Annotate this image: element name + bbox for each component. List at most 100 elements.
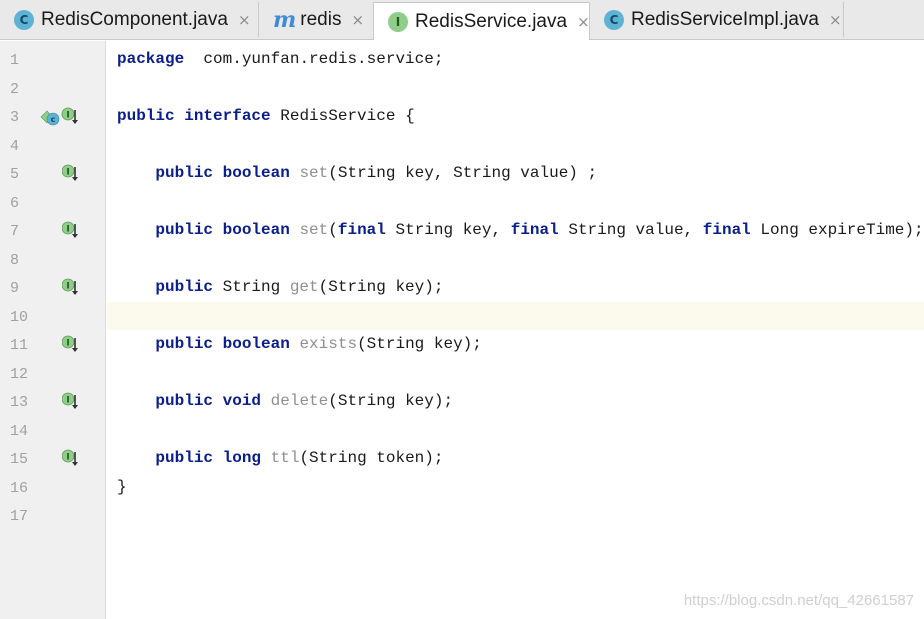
code-line[interactable]: public String get(String key);	[117, 273, 443, 302]
tab-label: RedisService.java	[415, 10, 568, 32]
code-line[interactable]: public boolean set(String key, String va…	[117, 159, 597, 188]
code-keyword: public	[155, 164, 214, 182]
code-method-name: set	[299, 164, 329, 182]
code-keyword: public	[155, 449, 214, 467]
gutter-line: 11 I	[0, 330, 106, 359]
watermark-text: https://blog.csdn.net/qq_42661587	[683, 592, 914, 609]
code-text: }	[117, 477, 127, 496]
code-line[interactable]: public boolean set( final String key, fin…	[117, 216, 923, 245]
gutter-line: 1	[0, 45, 106, 74]
svg-text:I: I	[66, 396, 69, 406]
line-number: 3	[10, 109, 20, 126]
code-method-name: delete	[270, 392, 329, 410]
tab-label: RedisComponent.java	[41, 8, 228, 30]
close-icon[interactable]: ×	[577, 13, 589, 31]
svg-text:I: I	[66, 339, 69, 349]
gutter-line: 12	[0, 359, 106, 388]
code-line[interactable]: }	[117, 473, 127, 502]
gutter-line: 2	[0, 74, 106, 103]
implemented-by-icon[interactable]: I	[61, 278, 78, 298]
gutter-line: 15 I	[0, 444, 106, 473]
code-line[interactable]: public long ttl(String token);	[117, 444, 443, 473]
code-keyword: boolean	[222, 335, 290, 353]
line-number: 14	[10, 422, 29, 440]
gutter-line: 5I	[0, 159, 106, 188]
close-icon[interactable]: ×	[351, 11, 364, 29]
code-keyword: public	[155, 221, 214, 239]
line-number: 17	[10, 508, 29, 525]
line-number: 8	[10, 251, 20, 269]
implemented-by-icon[interactable]: I	[61, 221, 78, 241]
implemented-by-icon[interactable]: I	[61, 335, 78, 355]
line-number: 12	[10, 365, 29, 383]
line-number: 16	[10, 479, 29, 497]
svg-text:I: I	[66, 282, 69, 292]
svg-text:I: I	[66, 225, 69, 235]
close-icon[interactable]: ×	[238, 11, 251, 29]
implemented-by-icon[interactable]: I	[61, 392, 78, 412]
line-number: 13	[10, 394, 29, 411]
tab-redisserviceimpl[interactable]: C RedisServiceImpl.java ×	[590, 2, 844, 37]
class-implemented-by-icon[interactable]: cI	[40, 107, 80, 127]
code-text: (String key);	[357, 335, 482, 353]
code-text: com.yunfan.redis.service;	[184, 50, 444, 68]
gutter-line: 7I	[0, 216, 106, 245]
class-c-icon: C	[14, 9, 34, 30]
tab-redis-maven[interactable]: m redis ×	[259, 2, 374, 37]
code-method-name: set	[299, 221, 329, 239]
line-number: 11	[10, 337, 29, 354]
code-text: (String key);	[328, 392, 454, 410]
tab-redisservice[interactable]: I RedisService.java ×	[373, 2, 590, 40]
caret-row-highlight	[107, 301, 924, 330]
gutter-line: 9I	[0, 273, 106, 302]
line-number: 1	[10, 52, 20, 69]
code-text: String key,	[385, 221, 511, 239]
line-number: 9	[10, 280, 20, 297]
code-text: (	[328, 221, 338, 239]
code-keyword: interface	[184, 107, 271, 125]
svg-text:I: I	[66, 168, 69, 178]
line-number: 4	[10, 137, 20, 155]
code-keyword: final	[510, 221, 559, 239]
code-keyword: boolean	[222, 221, 290, 239]
line-number: 15	[10, 451, 29, 468]
editor-gutter[interactable]: 1 2 3 c I 4 5 I 6 7 I 8 9 I 10 11 I 12 13 I 14 15 I 16 17	[0, 41, 106, 619]
code-text: (String token);	[299, 449, 444, 467]
tab-rediscomponent[interactable]: C RedisComponent.java ×	[0, 2, 259, 37]
code-text: (String key, String value) ;	[328, 164, 598, 182]
gutter-line: 6	[0, 188, 106, 217]
code-line[interactable]: public interface RedisService {	[117, 102, 415, 131]
class-c-icon: C	[604, 9, 624, 30]
code-editor[interactable]: 1 2 3 c I 4 5 I 6 7 I 8 9 I 10 11 I 12 13 I 14 15 I 16 17 packag…	[0, 41, 924, 619]
code-method-name: get	[289, 278, 319, 296]
code-keyword: public	[155, 335, 214, 353]
implemented-by-icon[interactable]: I	[61, 164, 78, 184]
ide-window: C RedisComponent.java × m redis × I Redi…	[0, 0, 924, 619]
gutter-line: 8	[0, 245, 106, 274]
code-keyword: package	[117, 50, 185, 68]
code-keyword: final	[702, 221, 751, 239]
svg-text:I: I	[66, 453, 69, 463]
code-line[interactable]: public void delete(String key);	[117, 387, 453, 416]
implemented-by-icon[interactable]: I	[61, 449, 78, 469]
gutter-line: 16	[0, 473, 106, 502]
code-keyword: long	[222, 449, 262, 467]
code-method-name: exists	[299, 335, 358, 353]
code-keyword: void	[222, 392, 262, 410]
code-line[interactable]: public boolean exists(String key);	[117, 330, 482, 359]
close-icon[interactable]: ×	[829, 11, 842, 29]
gutter-line: 4	[0, 131, 106, 160]
code-line[interactable]: package com.yunfan.redis.service;	[117, 45, 443, 74]
